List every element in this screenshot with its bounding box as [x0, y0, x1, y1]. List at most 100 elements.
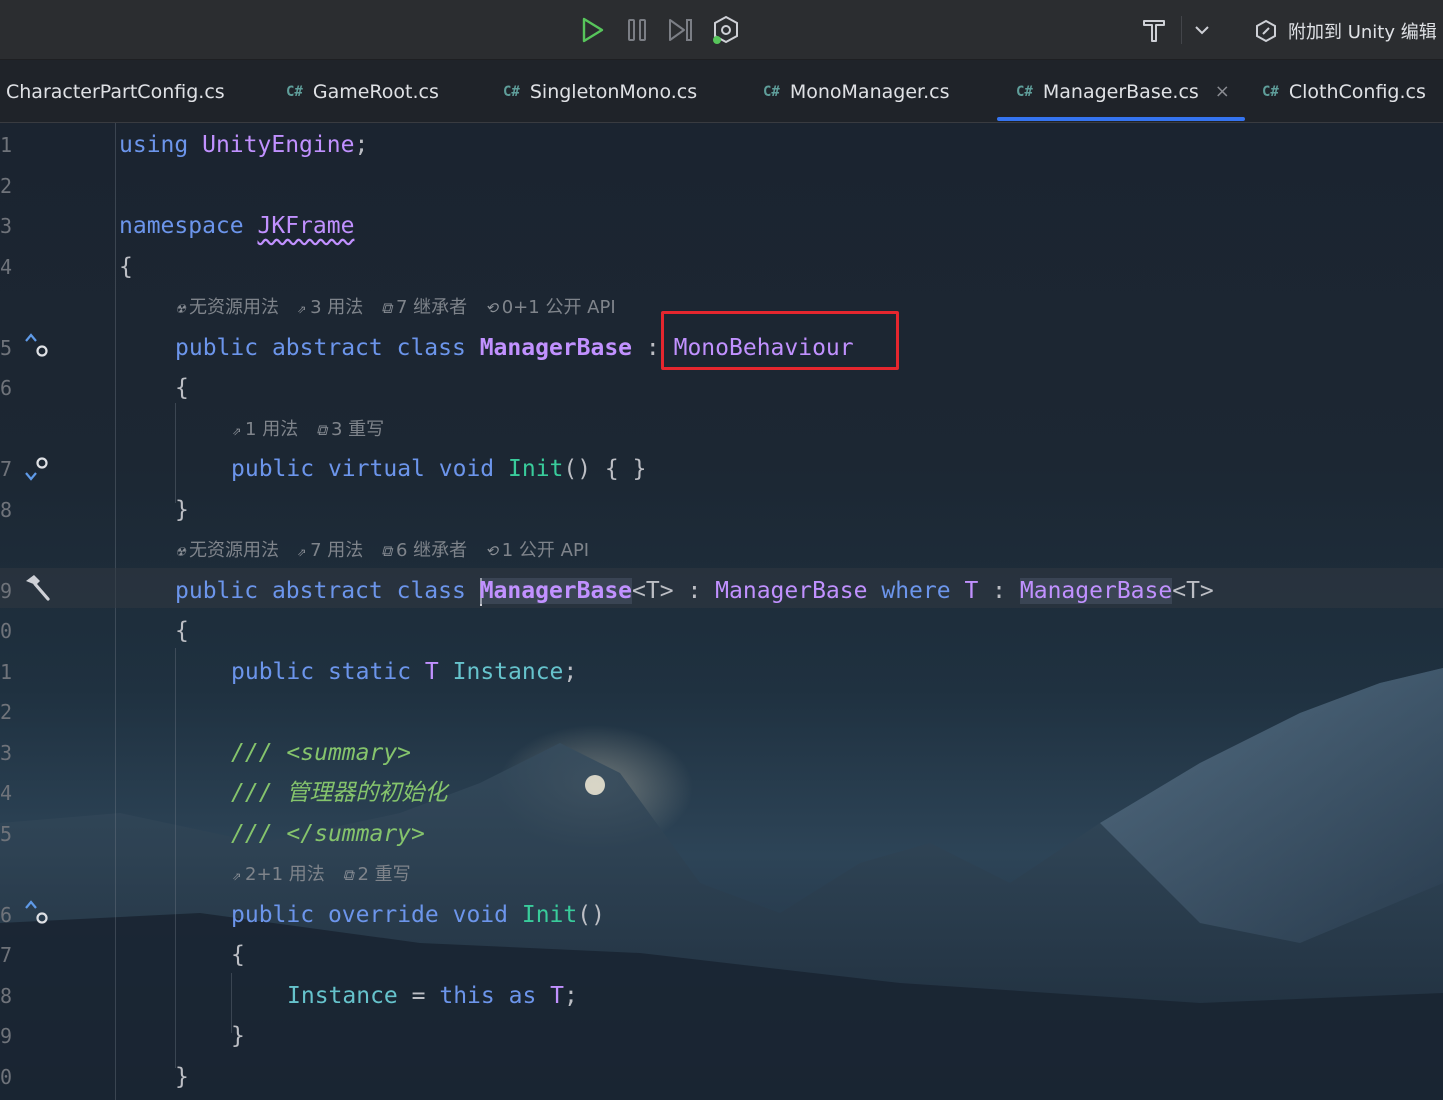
usage-icon: ⇗ — [232, 866, 242, 884]
inheritors-icon: ⧉ — [381, 299, 392, 317]
tab-monomanager[interactable]: C# MonoManager.cs — [763, 60, 949, 123]
api-icon: ⟲ — [485, 542, 498, 560]
hint-usages[interactable]: ⇗ 3 用法 — [297, 296, 363, 320]
hint-unity-usages[interactable]: ☢ 无资源用法 — [176, 296, 279, 320]
line-number: 7 — [0, 943, 13, 967]
code-line-8: } — [175, 497, 189, 523]
tab-label: CharacterPartConfig.cs — [6, 80, 225, 103]
editor-tabs: CharacterPartConfig.cs C# GameRoot.cs C#… — [0, 60, 1443, 123]
unity-icon: ☢ — [176, 299, 186, 317]
overrides-icon: ⧉ — [342, 866, 354, 884]
step-icon — [669, 19, 692, 41]
hint-public-api[interactable]: ⟲ 1 公开 API — [485, 539, 589, 563]
line-number: 7 — [0, 457, 13, 481]
code-line-18: Instance = this as T; — [287, 983, 578, 1009]
build-tool-button[interactable] — [1138, 14, 1170, 46]
line-number: 4 — [0, 781, 13, 805]
line-number: 1 — [0, 133, 13, 157]
highlight-annotation-box — [661, 311, 899, 370]
hint-overrides[interactable]: ⧉ 3 重写 — [316, 418, 384, 442]
line-number: 1 — [0, 660, 13, 684]
usage-icon: ⇗ — [232, 421, 242, 439]
line-number: 3 — [0, 214, 13, 238]
chevron-down-icon — [1195, 26, 1209, 35]
unity-attach-icon — [1256, 19, 1276, 43]
line-number: 0 — [0, 1065, 13, 1089]
line-number: 6 — [0, 903, 13, 927]
code-line-7: public virtual void Init() { } — [231, 456, 647, 482]
code-line-3: namespace JKFrame — [119, 213, 355, 239]
code-line-10: { — [175, 618, 189, 644]
attach-unity-button[interactable]: 附加到 Unity 编辑 — [1254, 15, 1437, 47]
api-icon: ⟲ — [485, 299, 498, 317]
tab-label: ManagerBase.cs — [1042, 80, 1199, 103]
attach-label: 附加到 Unity 编辑 — [1288, 22, 1437, 43]
tab-label: MonoManager.cs — [789, 80, 950, 103]
run-button[interactable] — [576, 14, 608, 46]
indent-guide — [175, 648, 176, 1068]
background-landscape — [0, 668, 1443, 1100]
line-number: 0 — [0, 619, 13, 643]
csharp-file-icon: C# — [503, 83, 520, 100]
line-number: 5 — [0, 822, 13, 846]
line-number: 2 — [0, 174, 13, 198]
implements-up-icon[interactable] — [22, 898, 52, 928]
debug-icon — [713, 15, 738, 44]
toolbar: 附加到 Unity 编辑 — [0, 0, 1443, 60]
code-line-9: public abstract class ManagerBase<T> : M… — [175, 577, 1214, 606]
play-icon — [582, 17, 604, 43]
close-icon[interactable]: × — [1215, 81, 1230, 102]
line-number: 8 — [0, 498, 13, 522]
tab-clothconfig[interactable]: C# ClothConfig.cs — [1262, 60, 1426, 123]
line-number: 9 — [0, 1024, 13, 1048]
namespace-warning: JKFrame — [257, 213, 355, 239]
line-number: 9 — [0, 579, 13, 603]
line-number: 3 — [0, 741, 13, 765]
code-vision-hints: ⇗ 2+1 用法 ⧉ 2 重写 — [232, 863, 411, 887]
gutter-separator — [115, 123, 116, 1100]
code-editor[interactable]: 1 2 3 4 5 6 7 8 9 0 1 2 3 4 5 6 7 8 9 0 … — [0, 123, 1443, 1100]
pause-button[interactable] — [621, 14, 653, 46]
tab-characterpartconfig[interactable]: CharacterPartConfig.cs — [6, 60, 225, 123]
debug-button[interactable] — [710, 14, 742, 46]
code-line-16: public override void Init() — [231, 902, 605, 928]
hint-overrides[interactable]: ⧉ 2 重写 — [343, 863, 411, 887]
hint-inheritors[interactable]: ⧉ 6 继承者 — [381, 539, 467, 563]
code-line-19: } — [231, 1023, 245, 1049]
step-button[interactable] — [665, 14, 697, 46]
code-line-1: using UnityEngine; — [119, 132, 369, 158]
hint-inheritors[interactable]: ⧉ 7 继承者 — [381, 296, 467, 320]
hint-usages[interactable]: ⇗ 7 用法 — [297, 539, 363, 563]
pause-icon — [628, 19, 646, 41]
unity-icon: ☢ — [176, 542, 186, 560]
code-line-6: { — [175, 375, 189, 401]
tab-label: GameRoot.cs — [312, 80, 439, 103]
hint-usages[interactable]: ⇗ 1 用法 — [232, 418, 298, 442]
inheritors-icon: ⧉ — [381, 542, 392, 560]
hint-unity-usages[interactable]: ☢ 无资源用法 — [176, 539, 279, 563]
csharp-file-icon: C# — [286, 83, 303, 100]
code-line-20: } — [175, 1064, 189, 1090]
hammer-icon[interactable] — [22, 573, 52, 603]
hint-usages[interactable]: ⇗ 2+1 用法 — [232, 863, 325, 887]
code-line-4: { — [119, 254, 133, 280]
implements-up-icon[interactable] — [22, 331, 52, 361]
code-vision-hints: ☢ 无资源用法 ⇗ 7 用法 ⧉ 6 继承者 ⟲ 1 公开 API — [176, 539, 589, 563]
hint-public-api[interactable]: ⟲ 0+1 公开 API — [485, 296, 615, 320]
code-line-11: public static T Instance; — [231, 659, 578, 685]
csharp-file-icon: C# — [1262, 83, 1279, 100]
usage-icon: ⇗ — [297, 542, 307, 560]
tab-managerbase[interactable]: C# ManagerBase.cs × — [1016, 60, 1230, 123]
active-tab-indicator — [997, 117, 1245, 121]
overridden-down-icon[interactable] — [22, 453, 52, 483]
dropdown-button[interactable] — [1186, 14, 1218, 46]
overrides-icon: ⧉ — [316, 421, 327, 439]
usage-icon: ⇗ — [297, 299, 307, 317]
line-number: 5 — [0, 336, 13, 360]
line-number: 4 — [0, 255, 13, 279]
tab-label: SingletonMono.cs — [529, 80, 698, 103]
tab-label: ClothConfig.cs — [1288, 80, 1426, 103]
code-line-13: /// <summary> — [231, 740, 412, 766]
tab-gameroot[interactable]: C# GameRoot.cs — [286, 60, 439, 123]
tab-singletonmono[interactable]: C# SingletonMono.cs — [503, 60, 697, 123]
